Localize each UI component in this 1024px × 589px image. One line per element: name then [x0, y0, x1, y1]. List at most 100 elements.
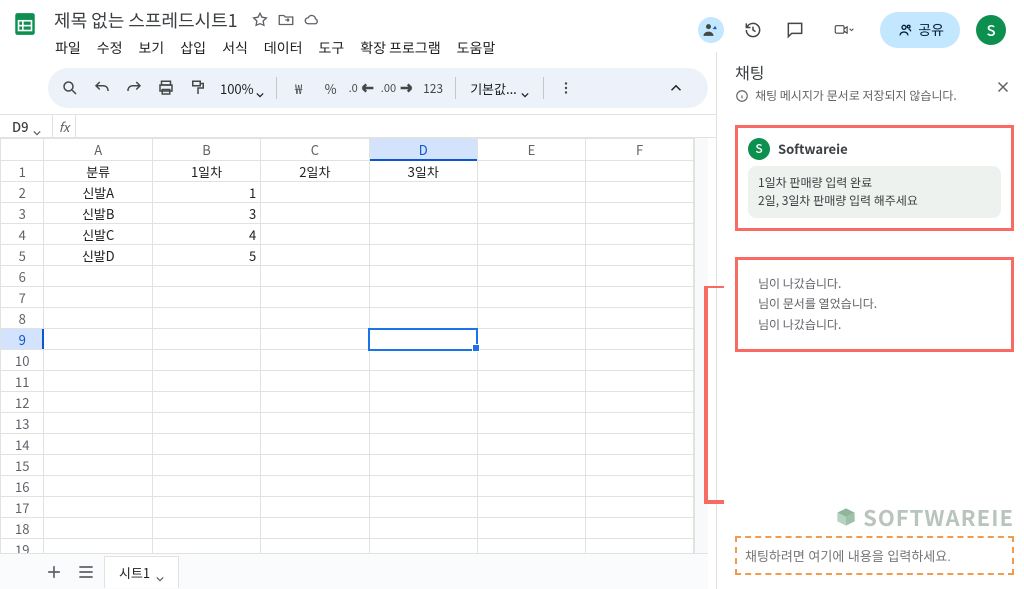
- all-sheets-icon[interactable]: [72, 558, 100, 586]
- cell-E8[interactable]: [477, 308, 585, 329]
- row-header-8[interactable]: 8: [1, 308, 44, 329]
- row-header-1[interactable]: 1: [1, 161, 44, 182]
- cell-C17[interactable]: [261, 497, 369, 518]
- col-header-A[interactable]: A: [44, 139, 152, 161]
- cell-C10[interactable]: [261, 350, 369, 371]
- row-header-18[interactable]: 18: [1, 518, 44, 539]
- cell-E14[interactable]: [477, 434, 585, 455]
- chat-input[interactable]: [745, 549, 1004, 564]
- row-header-11[interactable]: 11: [1, 371, 44, 392]
- cell-F16[interactable]: [586, 476, 694, 497]
- cell-F5[interactable]: [586, 245, 694, 266]
- font-select[interactable]: 기본값...: [464, 79, 535, 98]
- cell-F9[interactable]: [586, 329, 694, 350]
- cell-B7[interactable]: [152, 287, 260, 308]
- cell-D8[interactable]: [369, 308, 477, 329]
- cell-D4[interactable]: [369, 224, 477, 245]
- undo-icon[interactable]: [88, 74, 116, 102]
- cell-C4[interactable]: [261, 224, 369, 245]
- cell-F11[interactable]: [586, 371, 694, 392]
- cell-A9[interactable]: [44, 329, 152, 350]
- cell-D1[interactable]: 3일차: [369, 161, 477, 182]
- row-header-7[interactable]: 7: [1, 287, 44, 308]
- cell-E5[interactable]: [477, 245, 585, 266]
- cell-A1[interactable]: 분류: [44, 161, 152, 182]
- cell-B2[interactable]: 1: [152, 182, 260, 203]
- doc-title[interactable]: 제목 없는 스프레드시트1: [48, 6, 244, 34]
- cell-F2[interactable]: [586, 182, 694, 203]
- row-header-6[interactable]: 6: [1, 266, 44, 287]
- cell-E7[interactable]: [477, 287, 585, 308]
- cell-C8[interactable]: [261, 308, 369, 329]
- menu-view[interactable]: 보기: [132, 36, 172, 60]
- cell-F7[interactable]: [586, 287, 694, 308]
- close-icon[interactable]: [994, 78, 1012, 96]
- cell-C15[interactable]: [261, 455, 369, 476]
- cell-D12[interactable]: [369, 392, 477, 413]
- move-folder-icon[interactable]: [276, 10, 296, 30]
- row-header-5[interactable]: 5: [1, 245, 44, 266]
- cell-C12[interactable]: [261, 392, 369, 413]
- cell-D2[interactable]: [369, 182, 477, 203]
- col-header-E[interactable]: E: [477, 139, 585, 161]
- persona-icon[interactable]: [698, 17, 724, 43]
- cell-D11[interactable]: [369, 371, 477, 392]
- cell-A17[interactable]: [44, 497, 152, 518]
- decrease-decimal-button[interactable]: .0: [349, 74, 377, 102]
- spreadsheet-grid[interactable]: ABCDEF1분류1일차2일차3일차2신발A13신발B34신발C45신발D567…: [0, 138, 708, 556]
- row-header-15[interactable]: 15: [1, 455, 44, 476]
- cell-A11[interactable]: [44, 371, 152, 392]
- cell-C2[interactable]: [261, 182, 369, 203]
- menu-extensions[interactable]: 확장 프로그램: [353, 36, 447, 60]
- cell-A5[interactable]: 신발D: [44, 245, 152, 266]
- cell-D16[interactable]: [369, 476, 477, 497]
- search-icon[interactable]: [56, 74, 84, 102]
- cell-B1[interactable]: 1일차: [152, 161, 260, 182]
- menu-format[interactable]: 서식: [215, 36, 255, 60]
- cell-A15[interactable]: [44, 455, 152, 476]
- cell-F12[interactable]: [586, 392, 694, 413]
- row-header-13[interactable]: 13: [1, 413, 44, 434]
- cell-C18[interactable]: [261, 518, 369, 539]
- cell-F1[interactable]: [586, 161, 694, 182]
- menu-help[interactable]: 도움말: [450, 36, 503, 60]
- col-header-F[interactable]: F: [586, 139, 694, 161]
- cell-E2[interactable]: [477, 182, 585, 203]
- row-header-17[interactable]: 17: [1, 497, 44, 518]
- row-header-14[interactable]: 14: [1, 434, 44, 455]
- currency-button[interactable]: ₩: [285, 74, 313, 102]
- cell-A13[interactable]: [44, 413, 152, 434]
- menu-data[interactable]: 데이터: [257, 36, 310, 60]
- cell-F10[interactable]: [586, 350, 694, 371]
- cell-D15[interactable]: [369, 455, 477, 476]
- cell-C9[interactable]: [261, 329, 369, 350]
- share-button[interactable]: 공유: [880, 12, 960, 48]
- cell-F6[interactable]: [586, 266, 694, 287]
- cell-D9[interactable]: [369, 329, 477, 350]
- more-vert-icon[interactable]: [552, 74, 580, 102]
- cell-D13[interactable]: [369, 413, 477, 434]
- account-avatar[interactable]: S: [976, 15, 1006, 45]
- menu-file[interactable]: 파일: [48, 36, 88, 60]
- cell-F18[interactable]: [586, 518, 694, 539]
- cell-C11[interactable]: [261, 371, 369, 392]
- cell-A4[interactable]: 신발C: [44, 224, 152, 245]
- menu-edit[interactable]: 수정: [90, 36, 130, 60]
- cell-D6[interactable]: [369, 266, 477, 287]
- cell-F17[interactable]: [586, 497, 694, 518]
- cell-B15[interactable]: [152, 455, 260, 476]
- name-box[interactable]: D9: [0, 117, 52, 136]
- print-icon[interactable]: [152, 74, 180, 102]
- cell-B17[interactable]: [152, 497, 260, 518]
- cell-E10[interactable]: [477, 350, 585, 371]
- cell-A6[interactable]: [44, 266, 152, 287]
- cell-B16[interactable]: [152, 476, 260, 497]
- cell-E6[interactable]: [477, 266, 585, 287]
- zoom-select[interactable]: 100%: [216, 79, 268, 98]
- cell-E18[interactable]: [477, 518, 585, 539]
- cell-B5[interactable]: 5: [152, 245, 260, 266]
- row-header-9[interactable]: 9: [1, 329, 44, 350]
- cell-A12[interactable]: [44, 392, 152, 413]
- cell-E3[interactable]: [477, 203, 585, 224]
- row-header-4[interactable]: 4: [1, 224, 44, 245]
